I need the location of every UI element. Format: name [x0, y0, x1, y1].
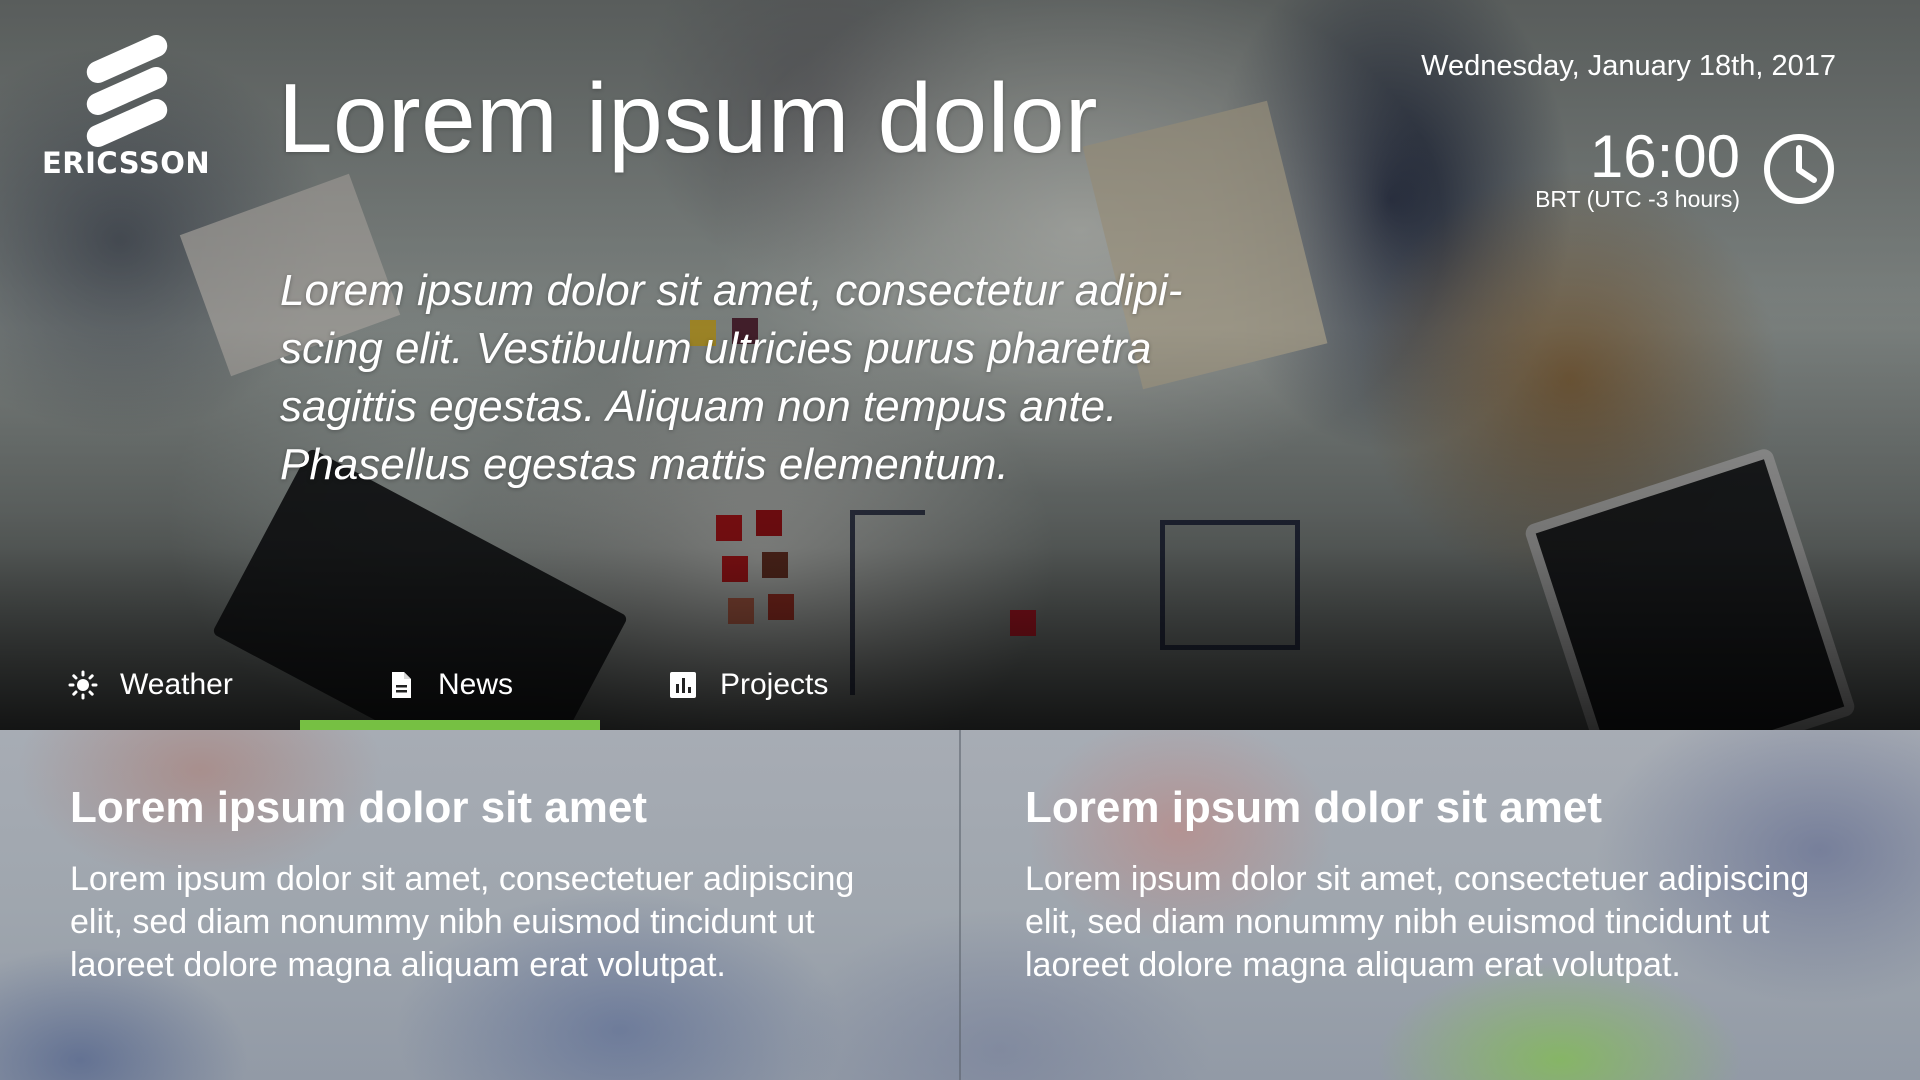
news-card-body: Lorem ipsum dolor sit amet, consectetuer…	[70, 860, 855, 984]
current-date: Wednesday, January 18th, 2017	[1421, 50, 1836, 82]
bar-chart-icon	[670, 672, 696, 698]
lead-paragraph: Lorem ipsum dolor sit amet, consectetur …	[280, 266, 1183, 489]
tab-bar: Weather News Projects	[0, 640, 1920, 730]
clock-icon	[1764, 134, 1834, 204]
time-row: 16:00 BRT (UTC -3 hours)	[1535, 124, 1836, 213]
tab-projects[interactable]: Projects	[668, 640, 828, 730]
news-card[interactable]: Lorem ipsum dolor sit amet Lorem ipsum d…	[1025, 730, 1865, 987]
current-time: 16:00	[1589, 123, 1740, 190]
logo-wordmark: ERICSSON	[42, 146, 211, 180]
tab-weather[interactable]: Weather	[68, 640, 233, 730]
tab-weather-label: Weather	[120, 668, 233, 701]
timezone-label: BRT (UTC -3 hours)	[1535, 186, 1740, 212]
news-divider	[959, 730, 961, 1080]
tab-news[interactable]: News	[300, 640, 600, 730]
tab-news-label: News	[438, 668, 514, 701]
news-card-title: Lorem ipsum dolor sit amet	[1025, 783, 1602, 832]
news-card-body: Lorem ipsum dolor sit amet, consectetuer…	[1025, 860, 1810, 984]
sun-icon	[68, 670, 98, 700]
news-card[interactable]: Lorem ipsum dolor sit amet Lorem ipsum d…	[70, 730, 910, 987]
ericsson-logo: ERICSSON	[42, 31, 212, 180]
logo-mark-icon	[83, 31, 184, 151]
datetime-widget: Wednesday, January 18th, 2017 16:00 BRT …	[1421, 50, 1836, 212]
document-icon	[392, 672, 411, 698]
news-panel: Lorem ipsum dolor sit amet Lorem ipsum d…	[0, 730, 1920, 1080]
page-title: Lorem ipsum dolor	[278, 63, 1099, 173]
tab-projects-label: Projects	[720, 668, 829, 701]
news-card-title: Lorem ipsum dolor sit amet	[70, 783, 647, 832]
time-block: 16:00 BRT (UTC -3 hours)	[1535, 124, 1740, 213]
active-tab-indicator	[300, 720, 600, 730]
